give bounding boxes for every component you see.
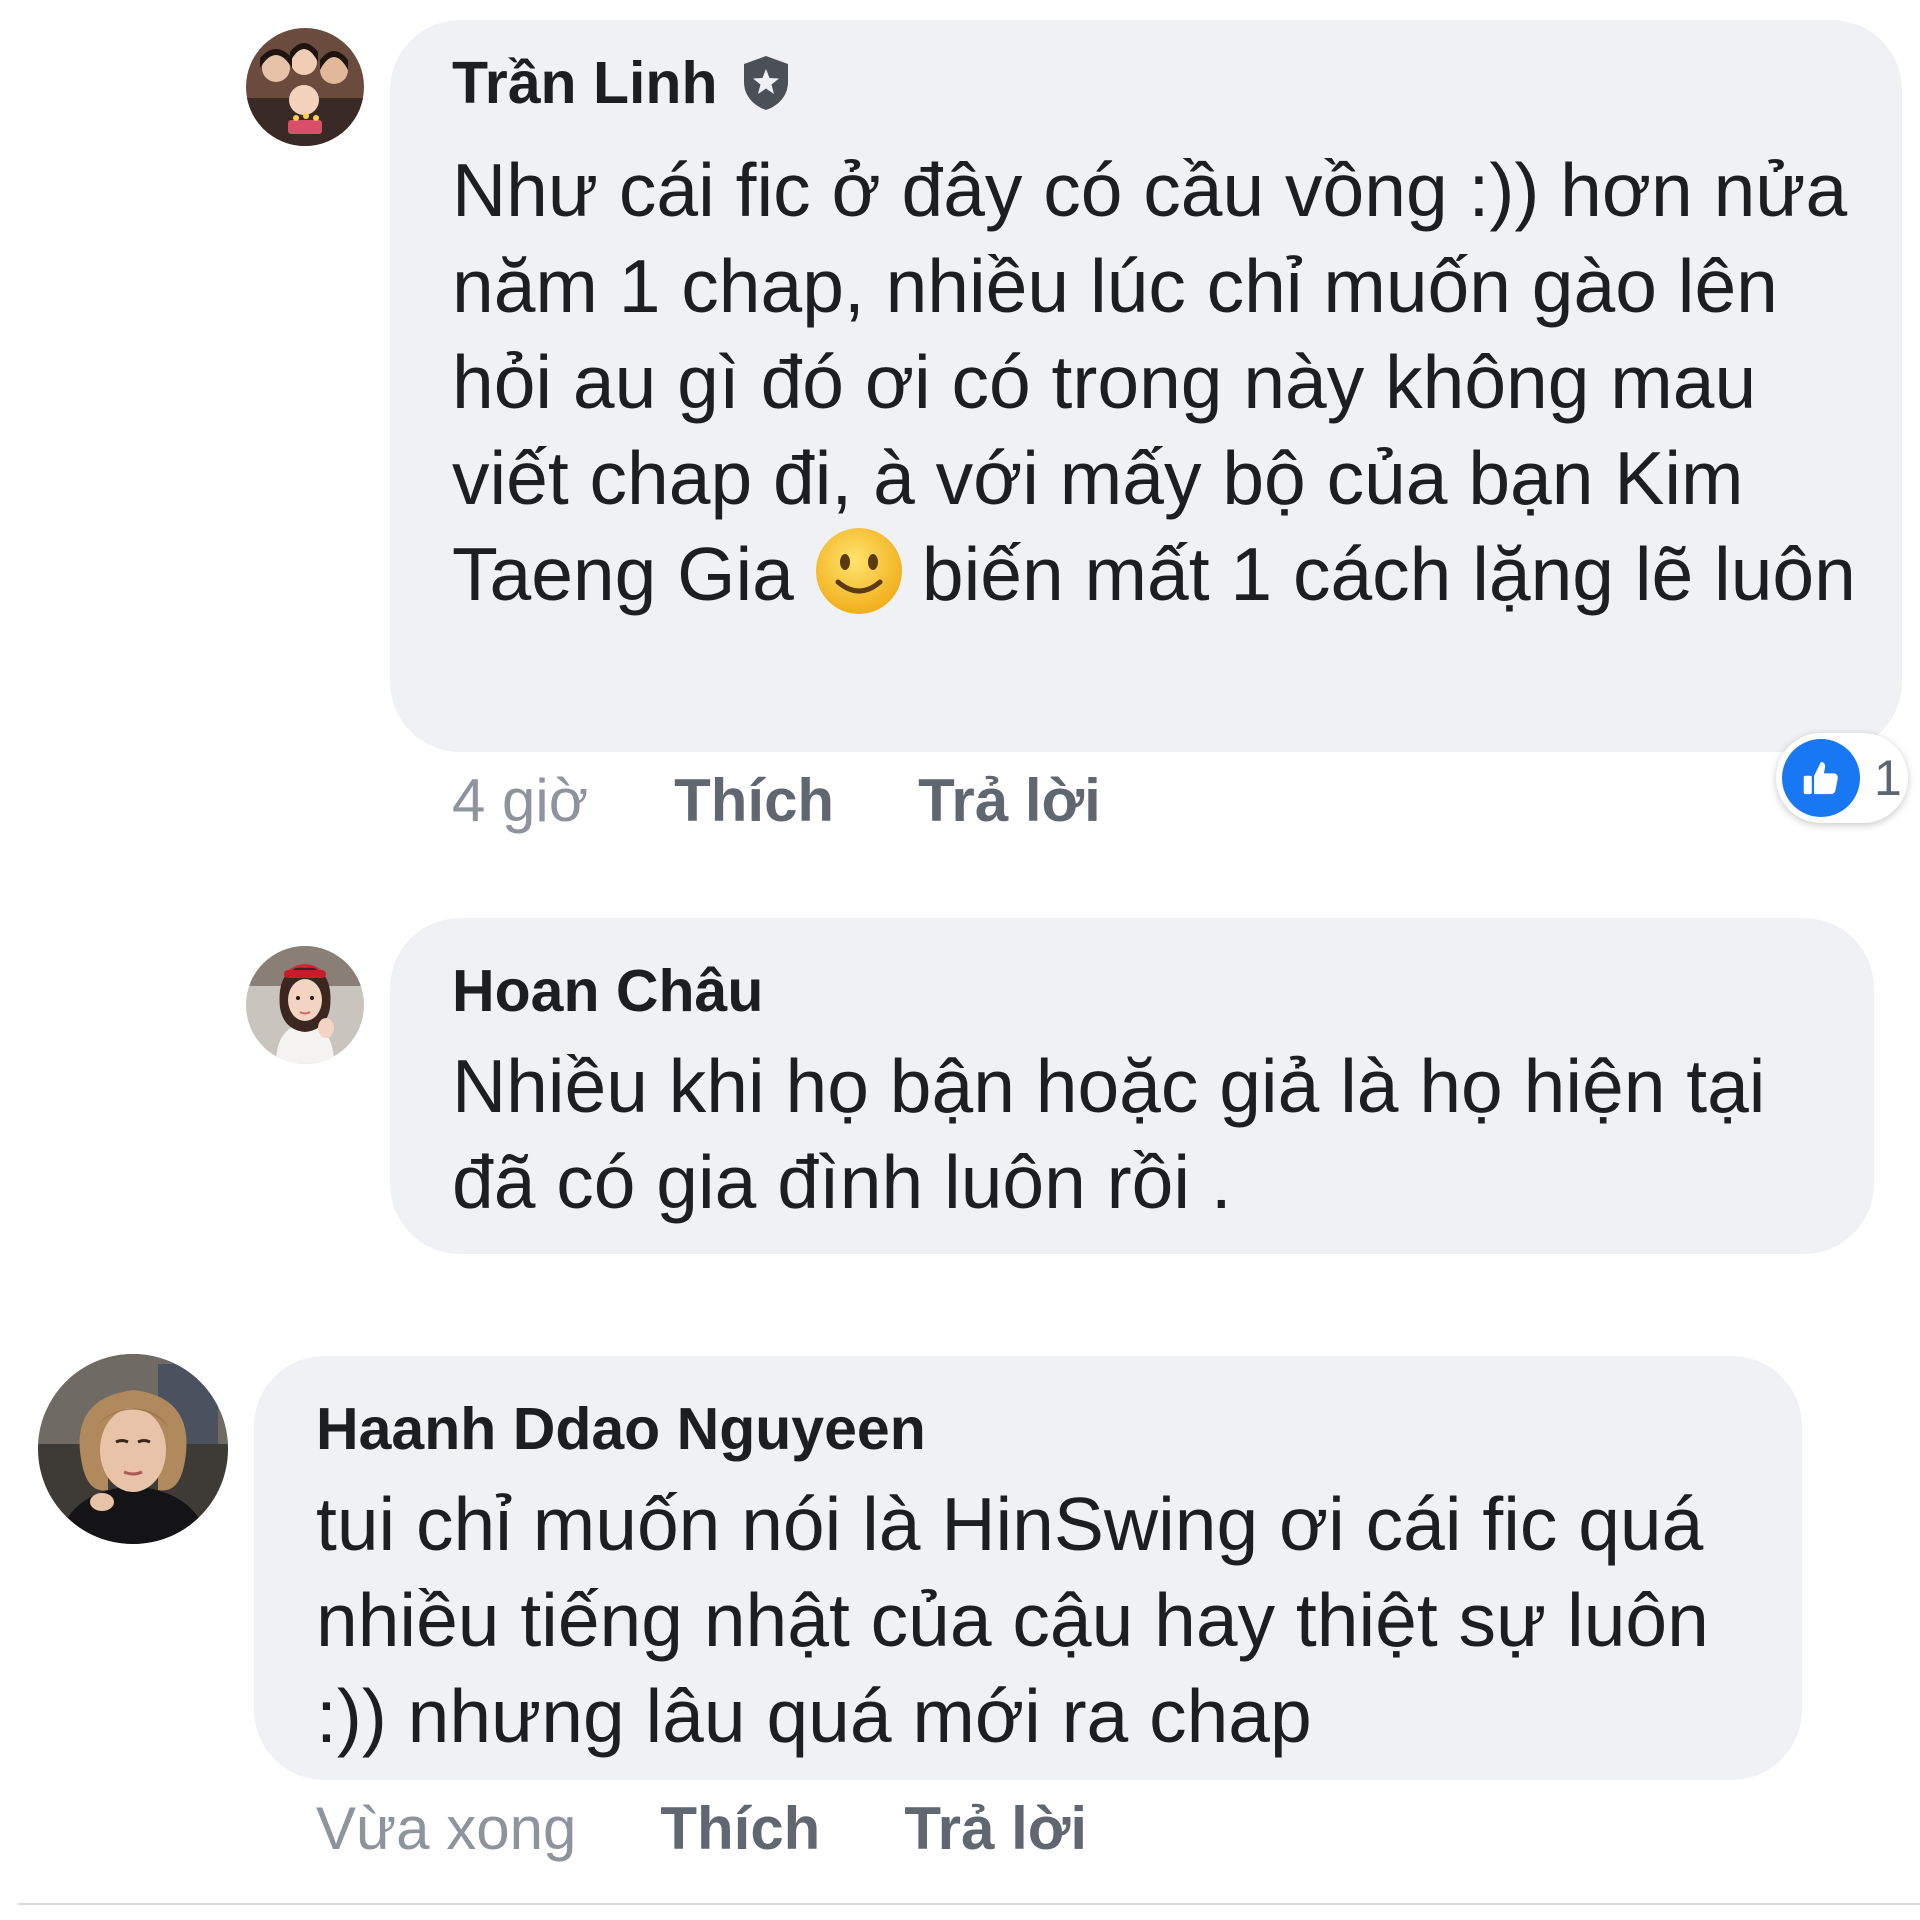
comment-text: tui chỉ muốn nói là HinSwing ơi cái fic … xyxy=(316,1482,1709,1758)
comment-header: Trần Linh xyxy=(452,50,1862,116)
reaction-summary[interactable]: 1 xyxy=(1776,733,1908,823)
comment-thread: Trần Linh Như cái fic ở đây có cầu vồng … xyxy=(0,0,1920,1920)
reply-button[interactable]: Trả lời xyxy=(904,1794,1087,1864)
comment-bubble-haanh-ddao-nguyeen: Haanh Ddao Nguyeen tui chỉ muốn nói là H… xyxy=(254,1356,1802,1780)
reply-button[interactable]: Trả lời xyxy=(918,766,1101,836)
comment-text: Như cái fic ở đây có cầu vồng :)) hơn nử… xyxy=(452,142,1862,622)
avatar-haanh-ddao-nguyeen[interactable] xyxy=(38,1354,228,1544)
comment-timestamp: Vừa xong xyxy=(316,1795,577,1862)
avatar-hoan-chau[interactable] xyxy=(246,946,364,1064)
comment-timestamp: 4 giờ xyxy=(452,767,589,834)
like-button[interactable]: Thích xyxy=(674,766,834,836)
reaction-count: 1 xyxy=(1874,750,1902,806)
comment-text-part-2: biến mất 1 cách lặng lẽ luôn xyxy=(921,532,1856,616)
slightly-smiling-face-emoji xyxy=(815,528,902,614)
comment-bubble-tran-linh: Trần Linh Như cái fic ở đây có cầu vồng … xyxy=(390,20,1902,752)
like-button[interactable]: Thích xyxy=(660,1794,820,1864)
avatar-tran-linh[interactable] xyxy=(246,28,364,146)
comment-actions: Vừa xong Thích Trả lời xyxy=(316,1794,1087,1864)
like-icon xyxy=(1782,739,1860,817)
comment-text: Nhiều khi họ bận hoặc giả là họ hiện tại… xyxy=(452,1044,1766,1224)
comment-actions: 4 giờ Thích Trả lời xyxy=(452,766,1101,836)
comment-author-name[interactable]: Hoan Châu xyxy=(452,958,1834,1024)
bottom-divider xyxy=(18,1903,1920,1905)
comment-author-name[interactable]: Trần Linh xyxy=(452,50,718,116)
top-fan-badge-icon xyxy=(743,56,788,110)
comment-bubble-hoan-chau: Hoan Châu Nhiều khi họ bận hoặc giả là h… xyxy=(390,918,1874,1254)
comment-author-name[interactable]: Haanh Ddao Nguyeen xyxy=(316,1396,1762,1462)
